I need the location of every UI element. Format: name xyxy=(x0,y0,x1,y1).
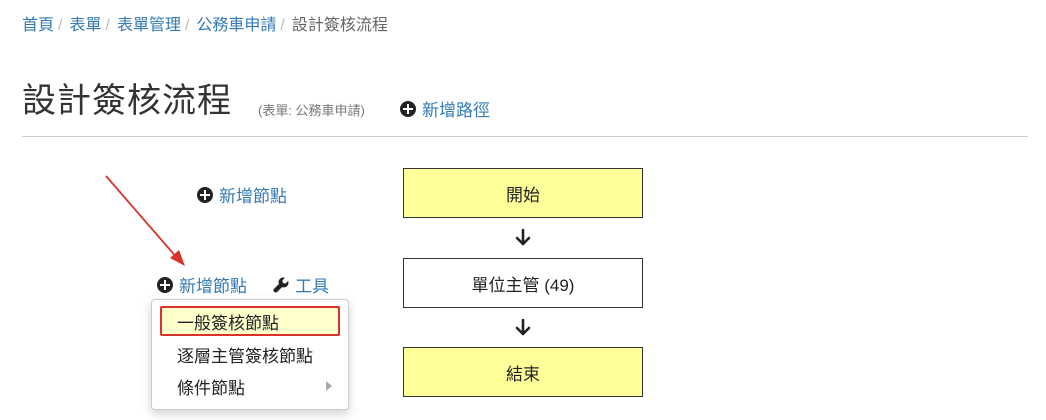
breadcrumb-item-forms[interactable]: 表單 xyxy=(69,15,101,37)
flow-node-unit-supervisor[interactable]: 單位主管 (49) xyxy=(403,258,643,308)
menu-item-label: 一般簽核節點 xyxy=(177,313,279,333)
flow-node-end[interactable]: 結束 xyxy=(403,347,643,397)
menu-item-label: 逐層主管簽核節點 xyxy=(177,346,313,366)
breadcrumb-item-home[interactable]: 首頁 xyxy=(22,15,54,37)
add-node-dropdown-menu: 一般簽核節點 逐層主管簽核節點 條件節點 xyxy=(151,299,349,410)
page-subtitle: (表單: 公務車申請) xyxy=(258,103,365,118)
flow-node-label: 單位主管 (49) xyxy=(471,275,575,295)
breadcrumb-item-vehicle-request[interactable]: 公務車申請 xyxy=(196,15,276,37)
arrow-down-icon xyxy=(515,228,531,246)
submenu-caret-icon xyxy=(326,381,332,391)
arrow-down-icon xyxy=(515,318,531,336)
breadcrumb-separator: / xyxy=(58,17,63,34)
add-node-label: 新增節點 xyxy=(219,187,287,206)
menu-item-conditional-node[interactable]: 條件節點 xyxy=(160,371,340,401)
tools-label: 工具 xyxy=(295,277,329,296)
page-title: 設計簽核流程 xyxy=(22,82,232,120)
menu-item-general-approval-node[interactable]: 一般簽核節點 xyxy=(160,306,340,336)
add-path-button[interactable]: 新增路徑 xyxy=(400,96,490,121)
flow-node-start[interactable]: 開始 xyxy=(403,168,643,218)
breadcrumb-separator: / xyxy=(280,17,285,34)
tools-button[interactable]: 工具 xyxy=(272,272,329,297)
plus-circle-icon xyxy=(157,276,173,293)
add-node-button-top[interactable]: 新增節點 xyxy=(197,182,287,207)
flow-node-label: 開始 xyxy=(506,185,540,205)
breadcrumb-item-form-management[interactable]: 表單管理 xyxy=(117,15,181,37)
breadcrumb-item-current: 設計簽核流程 xyxy=(291,17,388,34)
add-node-label: 新增節點 xyxy=(179,277,247,296)
flow-node-label: 結束 xyxy=(506,364,540,384)
add-path-label: 新增路徑 xyxy=(422,101,490,120)
menu-item-label: 條件節點 xyxy=(177,378,245,398)
breadcrumb-separator: / xyxy=(184,17,190,34)
annotation-arrow-head xyxy=(170,250,185,266)
plus-circle-icon xyxy=(400,100,416,117)
page-header: 設計簽核流程 (表單: 公務車申請) 新增路徑 xyxy=(22,78,1028,137)
wrench-icon xyxy=(273,276,289,293)
annotation-arrow-line xyxy=(105,175,179,260)
breadcrumb: 首頁 / 表單 / 表單管理 / 公務車申請 / 設計簽核流程 xyxy=(22,15,388,37)
add-node-button-middle[interactable]: 新增節點 xyxy=(157,272,247,297)
menu-item-hierarchical-approval-node[interactable]: 逐層主管簽核節點 xyxy=(160,339,340,369)
plus-circle-icon xyxy=(197,186,213,203)
breadcrumb-separator: / xyxy=(105,17,110,34)
